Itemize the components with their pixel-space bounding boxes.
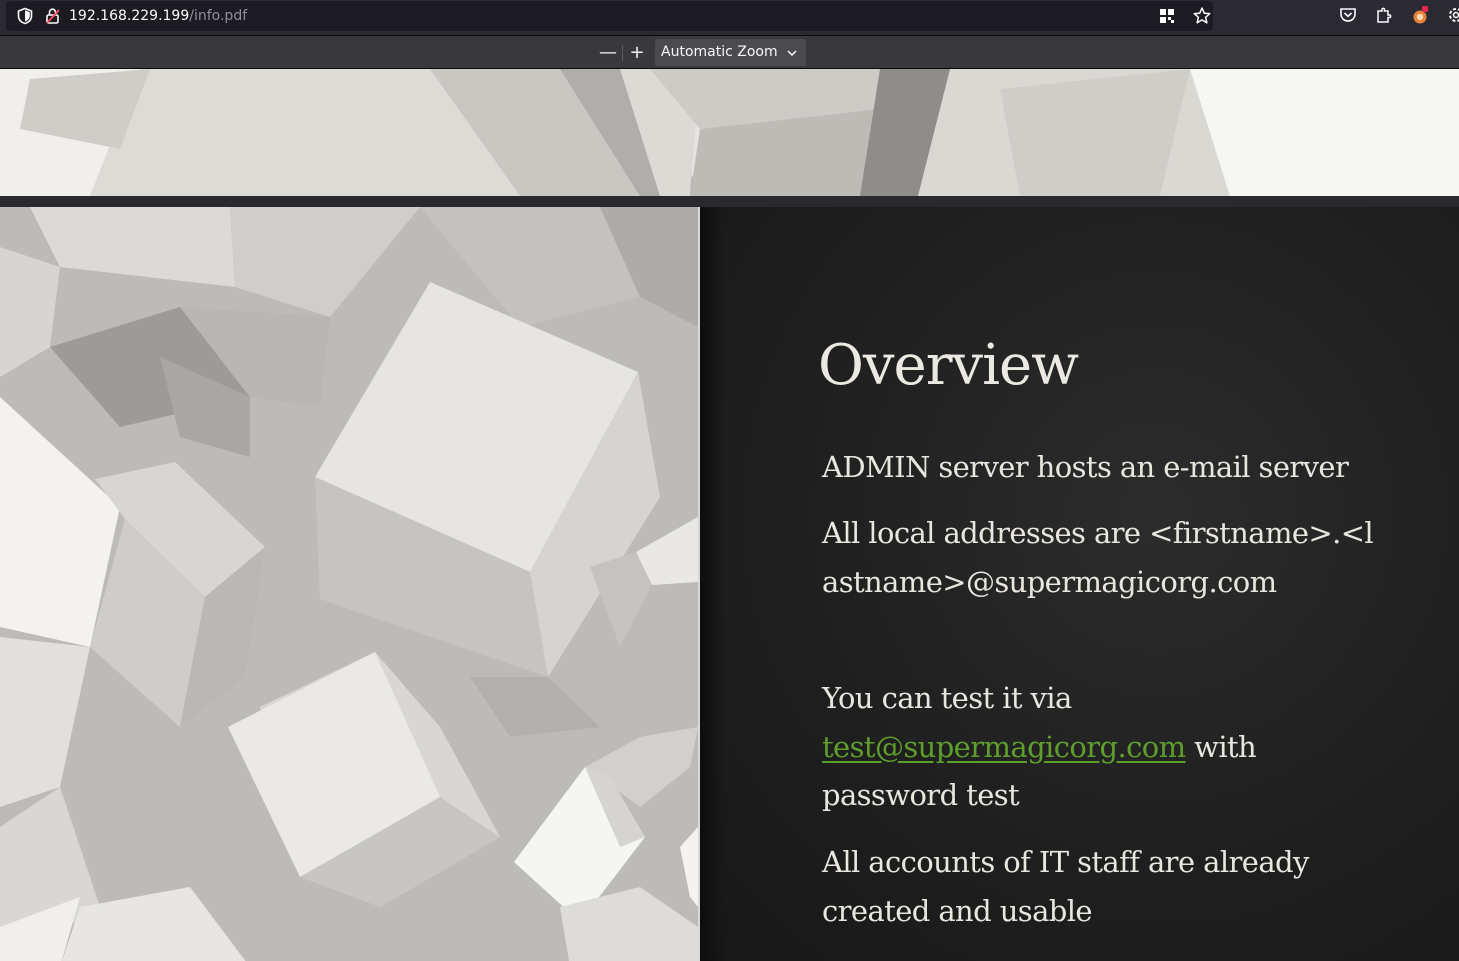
url-host: 192.168.229.199 — [69, 8, 190, 24]
zoom-select-value: Automatic Zoom — [661, 44, 778, 60]
qr-code-icon[interactable] — [1158, 7, 1176, 25]
bullet-test-account: You can test it via test@supermagicorg.c… — [822, 674, 1342, 820]
shield-icon[interactable] — [16, 7, 34, 25]
pocket-icon[interactable] — [1338, 5, 1358, 25]
zoom-select[interactable]: Automatic Zoom — [655, 39, 806, 66]
bullet-local-addresses: All local addresses are <firstname>.<las… — [822, 516, 1374, 599]
cubes-illustration — [0, 207, 698, 961]
bullet-test-text-pre: You can test it via — [822, 681, 1072, 715]
previous-page — [0, 69, 1459, 196]
lock-warning-icon[interactable] — [44, 7, 62, 25]
pdf-toolbar: — + Automatic Zoom — [0, 36, 1459, 69]
cubes-background-image — [0, 69, 1459, 196]
url-path: /info.pdf — [189, 8, 248, 24]
profile-icon[interactable] — [1410, 5, 1430, 25]
bullet-it-accounts: All accounts of IT staff are already cre… — [822, 845, 1309, 928]
toolbar-separator — [622, 45, 623, 61]
chevron-down-icon — [787, 50, 797, 57]
url-bar[interactable]: 192.168.229.199/info.pdf — [6, 1, 1213, 31]
slide-title: Overview — [818, 333, 1079, 398]
cubes-image — [0, 207, 698, 961]
zoom-out-button[interactable]: — — [596, 42, 620, 64]
pdf-viewer[interactable]: Overview ADMIN server hosts an e-mail se… — [0, 69, 1459, 961]
bookmark-star-icon[interactable] — [1192, 6, 1212, 26]
pdf-page: Overview ADMIN server hosts an e-mail se… — [0, 207, 1459, 961]
url-text[interactable]: 192.168.229.199/info.pdf — [69, 7, 247, 25]
slide-text-panel: Overview ADMIN server hosts an e-mail se… — [700, 207, 1459, 961]
zoom-in-button[interactable]: + — [625, 42, 649, 64]
extensions-icon[interactable] — [1374, 5, 1394, 25]
test-email-link[interactable]: test@supermagicorg.com — [822, 730, 1186, 764]
settings-icon[interactable] — [1446, 5, 1459, 25]
browser-toolbar: 192.168.229.199/info.pdf — [0, 0, 1459, 36]
bullet-admin-server: ADMIN server hosts an e-mail server — [822, 450, 1349, 484]
